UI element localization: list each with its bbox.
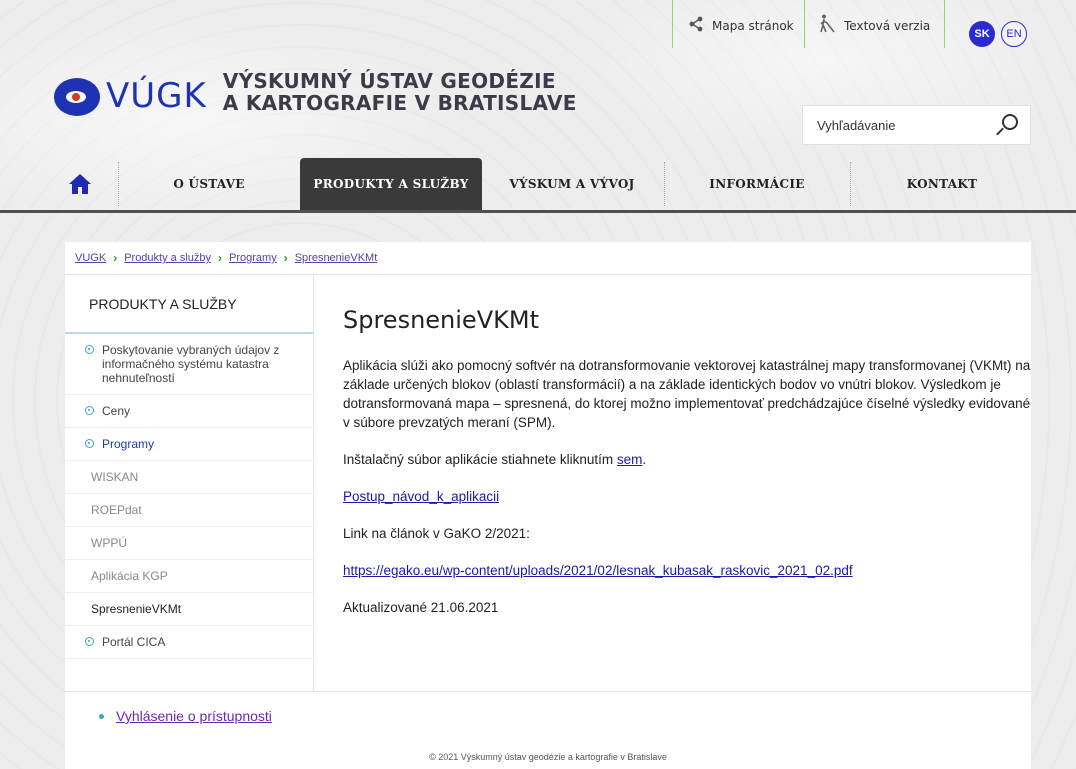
nav-informacie[interactable]: INFORMÁCIE <box>666 158 848 210</box>
site-logo[interactable]: VÚGK VÝSKUMNÝ ÚSTAV GEODÉZIE A KARTOGRAF… <box>54 70 577 116</box>
content-area: SpresnenieVKMt Aplikácia slúži ako pomoc… <box>315 276 1031 691</box>
install-download-link[interactable]: sem <box>617 452 643 467</box>
home-icon <box>69 174 91 194</box>
sidebar-item-programy[interactable]: Programy <box>65 428 313 461</box>
circle-bullet-icon <box>85 406 94 415</box>
accessibility-link[interactable]: Vyhlásenie o prístupnosti <box>116 708 272 724</box>
logo-name-line1: VÝSKUMNÝ ÚSTAV GEODÉZIE <box>222 69 556 93</box>
walking-person-icon <box>818 14 836 38</box>
sidebar-item-label: Poskytovanie vybraných údajov z informač… <box>102 343 280 385</box>
bullet-dot-icon <box>99 713 104 719</box>
sitemap-link[interactable]: Mapa stránok <box>672 0 804 52</box>
nav-o-ustave[interactable]: O ÚSTAVE <box>120 158 298 210</box>
sidebar-subitem-wiskan[interactable]: WISKAN <box>65 461 313 494</box>
accessibility-item: Vyhlásenie o prístupnosti <box>99 708 272 724</box>
logo-eye-icon <box>54 78 100 116</box>
install-paragraph: Inštalačný súbor aplikácie stiahnete kli… <box>343 450 1033 469</box>
sidebar-subitem-wppu[interactable]: WPPÚ <box>65 527 313 560</box>
nav-separator <box>850 162 851 206</box>
util-separator <box>672 0 673 48</box>
guide-link[interactable]: Postup_návod_k_aplikacii <box>343 489 499 504</box>
sidebar-subitem-aplikacia-kgp[interactable]: Aplikácia KGP <box>65 560 313 593</box>
logo-abbreviation: VÚGK <box>106 76 207 116</box>
page-title: SpresnenieVKMt <box>343 306 539 334</box>
util-separator <box>804 0 805 48</box>
sidebar-item-ceny[interactable]: Ceny <box>65 395 313 428</box>
chevron-right-icon: › <box>283 251 288 265</box>
circle-bullet-icon <box>85 637 94 646</box>
sidebar-item-poskytovanie[interactable]: Poskytovanie vybraných údajov z informač… <box>65 334 313 395</box>
article-text: Link na článok v GaKO 2/2021: <box>343 526 530 541</box>
chevron-right-icon: › <box>218 251 223 265</box>
sidebar: PRODUKTY A SLUŽBY Poskytovanie vybraných… <box>65 276 314 691</box>
nav-produkty-a-sluzby[interactable]: PRODUKTY A SLUŽBY <box>300 158 482 210</box>
updated-date: Aktualizované 21.06.2021 <box>343 600 499 615</box>
text-version-link[interactable]: Textová verzia <box>804 0 945 52</box>
sidebar-item-label: Programy <box>102 437 155 451</box>
breadcrumb-vugk[interactable]: VUGK <box>75 252 106 264</box>
lang-en-button[interactable]: EN <box>1001 21 1027 47</box>
sidebar-item-label: Portál CICA <box>102 635 166 649</box>
lang-sk-button[interactable]: SK <box>969 21 995 47</box>
circle-bullet-icon <box>85 345 94 354</box>
breadcrumb: VUGK › Produkty a služby › Programy › Sp… <box>65 242 1031 275</box>
search-box <box>802 105 1031 145</box>
sidebar-subitem-roepdat[interactable]: ROEPdat <box>65 494 313 527</box>
sitemap-label: Mapa stránok <box>712 19 794 33</box>
install-end: . <box>642 452 647 467</box>
nav-separator <box>664 162 665 206</box>
util-separator <box>944 0 945 48</box>
sidebar-item-portal-cica[interactable]: Portál CICA <box>65 626 313 659</box>
breadcrumb-current[interactable]: SpresnenieVKMt <box>295 252 378 264</box>
sidebar-title: PRODUKTY A SLUŽBY <box>65 276 313 334</box>
search-icon[interactable] <box>994 111 1022 139</box>
main-card: VUGK › Produkty a služby › Programy › Sp… <box>65 242 1031 769</box>
logo-name-line2: A KARTOGRAFIE V BRATISLAVE <box>222 91 577 115</box>
share-icon <box>688 16 704 36</box>
breadcrumb-produkty[interactable]: Produkty a služby <box>124 252 211 264</box>
nav-home[interactable] <box>54 158 106 210</box>
search-input[interactable] <box>803 117 994 133</box>
logo-institution-name: VÝSKUMNÝ ÚSTAV GEODÉZIE A KARTOGRAFIE V … <box>223 70 577 114</box>
sidebar-subitem-spresnenievkmt[interactable]: SpresnenieVKMt <box>65 593 313 626</box>
chevron-right-icon: › <box>113 251 118 265</box>
sidebar-item-label: Ceny <box>102 404 131 418</box>
circle-bullet-icon <box>85 439 94 448</box>
footer: Vyhlásenie o prístupnosti © 2021 Výskumn… <box>65 691 1031 769</box>
nav-vyskum-a-vyvoj[interactable]: VÝSKUM A VÝVOJ <box>482 158 662 210</box>
install-text: Inštalačný súbor aplikácie stiahnete kli… <box>343 452 614 467</box>
nav-underline <box>0 210 1076 213</box>
article-link[interactable]: https://egako.eu/wp-content/uploads/2021… <box>343 563 853 578</box>
nav-kontakt[interactable]: KONTAKT <box>852 158 1032 210</box>
main-navigation: O ÚSTAVE PRODUKTY A SLUŽBY VÝSKUM A VÝVO… <box>0 158 1076 213</box>
text-version-label: Textová verzia <box>844 19 931 33</box>
breadcrumb-programy[interactable]: Programy <box>229 252 277 264</box>
description-text: Aplikácia slúži ako pomocný softvér na d… <box>343 358 1031 430</box>
copyright-text: © 2021 Výskumný ústav geodézie a kartogr… <box>429 752 667 762</box>
nav-separator <box>118 162 119 206</box>
guide-paragraph: Postup_návod_k_aplikacii <box>343 487 1033 506</box>
article-paragraph: https://egako.eu/wp-content/uploads/2021… <box>343 561 1033 580</box>
